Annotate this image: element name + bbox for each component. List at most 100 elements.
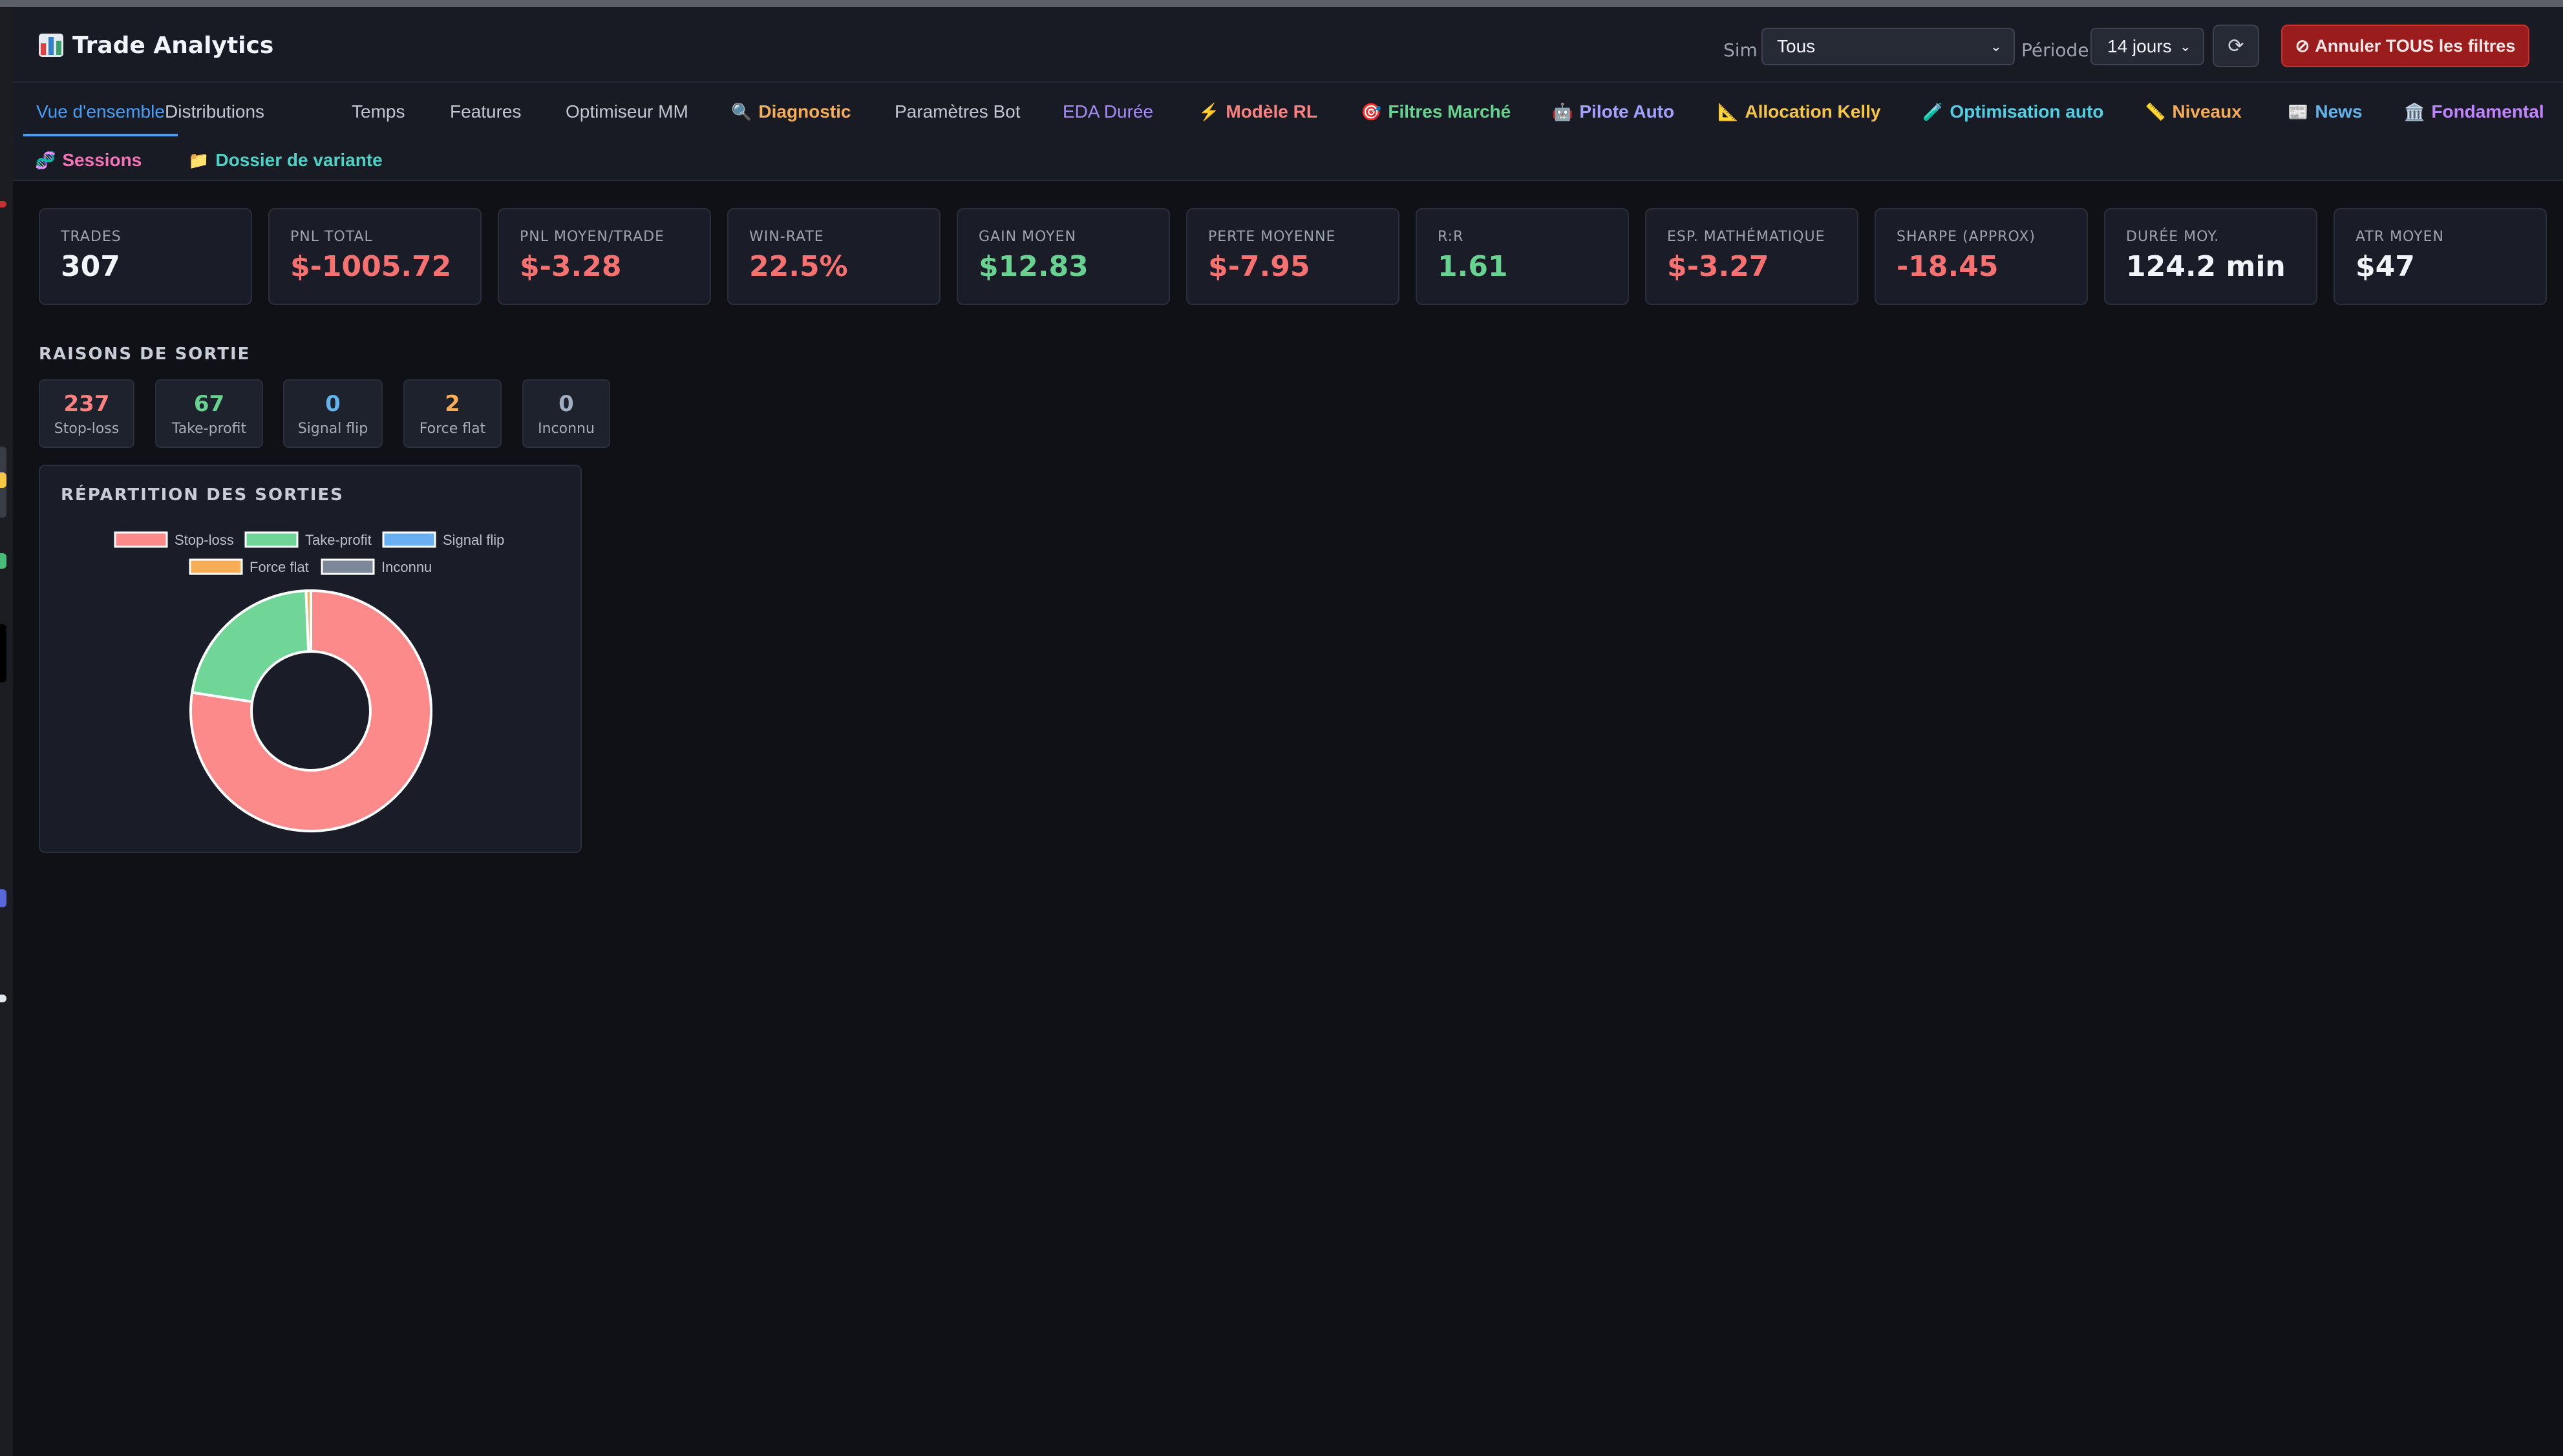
donut-slice-take-profit[interactable] [190,589,310,704]
tab-dossier-de-variante-icon: 📁 [188,150,209,170]
exit-reason-tile: 67 Take-profit [155,379,263,448]
kpi-card: PNL TOTAL $-1005.72 [268,208,482,305]
legend-label: Signal flip [443,532,504,548]
tab-diagnostic[interactable]: 🔍 Diagnostic [731,90,851,134]
tab-vue-d-ensemble[interactable]: Vue d'ensemble [23,90,178,136]
kpi-label: PNL MOYEN/TRADE [520,229,665,245]
kpi-value: 1.61 [1438,250,1508,283]
kpi-value: -18.45 [1897,250,1999,283]
tab-sessions[interactable]: 🧬 Sessions [35,138,142,182]
window-top-border [0,0,2563,7]
tab-bar: Vue d'ensemble Distributions Temps Features… [13,83,2563,181]
cancel-all-filters-label: Annuler TOUS les filtres [2315,36,2516,56]
tab-label: Optimiseur MM [566,101,688,121]
prohibited-icon: ⊘ [2295,36,2310,56]
tab-filtres-marche-icon: 🎯 [1361,101,1382,121]
legend-label: Inconnu [381,559,432,575]
tab-features[interactable]: Features [450,90,522,134]
tab-niveaux[interactable]: 📏 Niveaux [2145,90,2242,134]
kpi-label: ATR MOYEN [2356,229,2444,245]
tab-label: Niveaux [2172,101,2242,121]
tab-label: Diagnostic [758,101,851,121]
tab-dossier-de-variante[interactable]: 📁 Dossier de variante [188,138,383,182]
exit-reason-label: Force flat [419,420,486,437]
kpi-label: TRADES [61,229,122,245]
tab-filtres-marche[interactable]: 🎯 Filtres Marché [1361,90,1511,134]
legend-swatch[interactable] [189,558,243,575]
dock-indicator [0,201,6,207]
refresh-button[interactable]: ⟳ [2213,25,2259,67]
tab-optimisation-auto[interactable]: 🧪 Optimisation auto [1922,90,2103,134]
legend-swatch[interactable] [114,531,168,548]
legend-swatch[interactable] [244,531,299,548]
tab-diagnostic-icon: 🔍 [731,101,752,121]
tab-label: Fondamental [2431,101,2544,121]
tab-label: Distributions [165,101,265,121]
legend-swatch[interactable] [321,558,375,575]
tab-pilote-auto-icon: 🤖 [1552,101,1573,121]
overview-panel: TRADES 307 PNL TOTAL $-1005.72 PNL MOYEN/TRA… [13,181,2563,1456]
bar-chart-icon [39,34,63,57]
tab-label: Paramètres Bot [895,101,1021,121]
tab-modele-rl-icon: ⚡ [1198,101,1220,121]
kpi-label: DURÉE MOY. [2126,229,2220,245]
kpi-value: 307 [61,250,120,283]
kpi-value: $-7.95 [1208,250,1310,283]
kpi-card: SHARPE (APPROX) -18.45 [1875,208,2088,305]
tab-distributions[interactable]: Distributions [165,90,264,134]
kpi-card: GAIN MOYEN $12.83 [957,208,1170,305]
app-title: Trade Analytics [72,32,274,59]
tab-label: Pilote Auto [1579,101,1675,121]
exit-reason-label: Take-profit [171,420,247,437]
tab-allocation-kelly[interactable]: 📐 Allocation Kelly [1718,90,1880,134]
kpi-card: R:R 1.61 [1416,208,1629,305]
kpi-label: PNL TOTAL [290,229,373,245]
tab-fondamental[interactable]: 🏛️ Fondamental [2404,90,2544,134]
period-select-value: 14 jours [2107,36,2172,56]
period-select[interactable]: 14 jours ⌄ [2090,28,2204,65]
sim-select[interactable]: Tous ⌄ [1761,28,2015,65]
kpi-value: $-3.27 [1667,250,1769,283]
legend-swatch[interactable] [382,531,436,548]
tab-parametres-bot[interactable]: Paramètres Bot [895,90,1021,134]
exit-reason-label: Inconnu [538,420,595,437]
tab-label: Sessions [62,150,142,170]
legend-label: Force flat [250,559,309,575]
tab-label: Optimisation auto [1950,101,2104,121]
tab-news-icon: 📰 [2288,101,2309,121]
tab-news[interactable]: 📰 News [2288,90,2363,134]
kpi-value: $-1005.72 [290,250,452,283]
exit-reason-count: 0 [325,390,341,417]
dock-indicator [0,995,6,1002]
exit-reasons-title: RAISONS DE SORTIE [39,344,251,364]
exit-reason-count: 67 [193,390,225,417]
tab-label: EDA Durée [1063,101,1154,121]
kpi-card: WIN-RATE 22.5% [727,208,941,305]
tab-label: Features [450,101,522,121]
kpi-card: DURÉE MOY. 124.2 min [2104,208,2317,305]
tab-optimisation-auto-icon: 🧪 [1922,101,1944,121]
sim-select-value: Tous [1777,36,1816,56]
exit-reason-count: 237 [63,390,110,417]
dock-indicator [0,624,6,682]
kpi-value: 22.5% [749,250,848,283]
kpi-card: ESP. MATHÉMATIQUE $-3.27 [1645,208,1858,305]
tab-temps[interactable]: Temps [352,90,405,134]
exit-reason-tile: 237 Stop-loss [39,379,134,448]
exit-distribution-chart-card: RÉPARTITION DES SORTIES Stop-loss Take-pr… [39,465,582,853]
left-dock-strip [0,7,13,1456]
kpi-value: $12.83 [979,250,1089,283]
tab-label: Filtres Marché [1388,101,1511,121]
sim-label: Sim [1723,39,1758,61]
tab-eda-duree[interactable]: EDA Durée [1063,90,1153,134]
tab-modele-rl[interactable]: ⚡ Modèle RL [1198,90,1317,134]
tab-optimiseur-mm[interactable]: Optimiseur MM [566,90,688,134]
kpi-label: WIN-RATE [749,229,824,245]
tab-label: Vue d'ensemble [36,101,165,121]
tab-sessions-icon: 🧬 [35,150,56,170]
app-header: Trade Analytics Sim Tous ⌄ Période 14 jo… [13,7,2563,83]
tab-pilote-auto[interactable]: 🤖 Pilote Auto [1552,90,1674,134]
chevron-down-icon: ⌄ [2179,38,2191,54]
tab-label: Modèle RL [1226,101,1317,121]
cancel-all-filters-button[interactable]: ⊘ Annuler TOUS les filtres [2281,25,2529,67]
